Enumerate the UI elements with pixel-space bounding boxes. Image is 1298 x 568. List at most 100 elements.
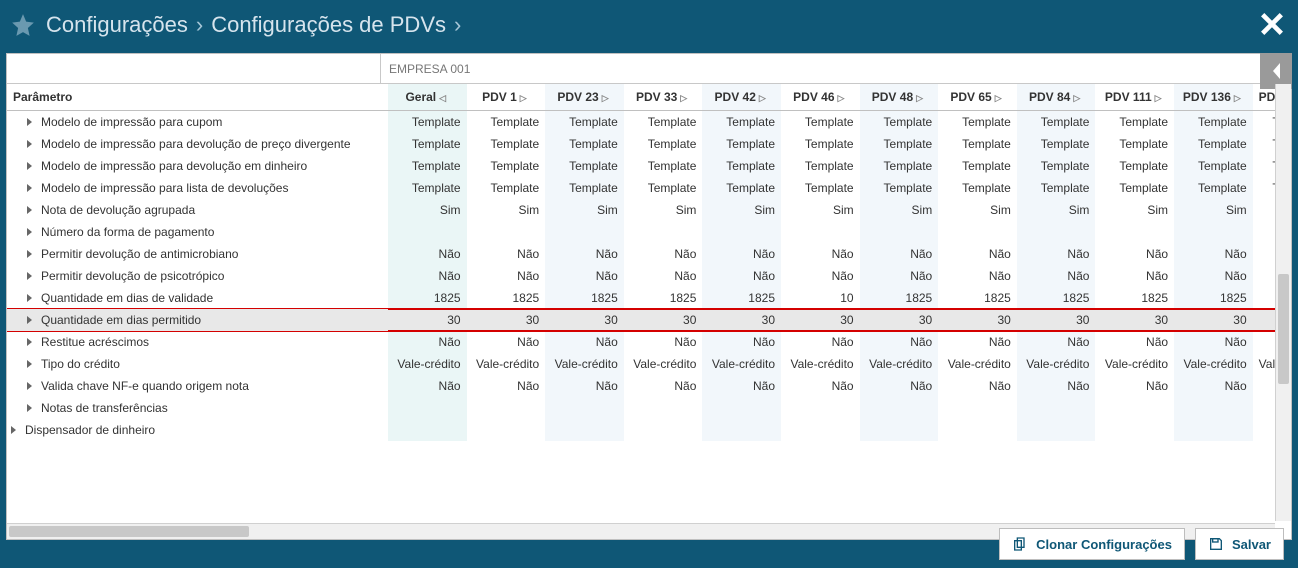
pdv-cell[interactable]: Template [1017, 111, 1096, 134]
geral-cell[interactable]: Template [388, 133, 467, 155]
pdv-cell[interactable]: Vale-crédito [624, 353, 703, 375]
pdv-cell[interactable]: Sim [624, 199, 703, 221]
pdv-cell[interactable]: Não [938, 375, 1017, 397]
pdv-cell[interactable]: Template [1095, 133, 1174, 155]
column-header-pdv[interactable]: PDV 111▷ [1095, 84, 1174, 111]
pdv-cell[interactable] [1095, 221, 1174, 243]
pdv-cell[interactable]: Sim [1174, 199, 1253, 221]
pdv-cell[interactable]: Template [1017, 155, 1096, 177]
parameter-name-cell[interactable]: Tipo do crédito [7, 353, 388, 375]
table-row[interactable]: Permitir devolução de antimicrobianoNãoN… [7, 243, 1291, 265]
table-row[interactable]: Quantidade em dias permitido303030303030… [7, 309, 1291, 331]
pdv-cell[interactable]: Template [702, 133, 781, 155]
pdv-cell[interactable]: Não [781, 243, 860, 265]
column-header-pdv[interactable]: PDV 46▷ [781, 84, 860, 111]
pdv-cell[interactable] [467, 419, 546, 441]
pdv-cell[interactable]: Não [1017, 265, 1096, 287]
pdv-cell[interactable]: Template [467, 155, 546, 177]
pdv-cell[interactable]: Template [781, 111, 860, 134]
breadcrumb-level-1[interactable]: Configurações [46, 12, 188, 38]
pdv-cell[interactable]: 30 [702, 309, 781, 331]
pdv-cell[interactable] [624, 419, 703, 441]
pdv-cell[interactable] [1095, 397, 1174, 419]
geral-cell[interactable]: Template [388, 177, 467, 199]
pdv-cell[interactable]: 30 [860, 309, 939, 331]
pdv-cell[interactable]: 30 [624, 309, 703, 331]
geral-cell[interactable]: Template [388, 111, 467, 134]
pdv-cell[interactable]: Vale-crédito [1095, 353, 1174, 375]
pdv-cell[interactable]: Não [1017, 331, 1096, 353]
pdv-cell[interactable]: 30 [1095, 309, 1174, 331]
column-header-pdv[interactable]: PDV 48▷ [860, 84, 939, 111]
pdv-cell[interactable]: Template [545, 133, 624, 155]
parameter-name-cell[interactable]: Quantidade em dias permitido [7, 309, 388, 331]
pdv-cell[interactable] [702, 221, 781, 243]
pdv-cell[interactable] [1174, 397, 1253, 419]
company-filter[interactable]: EMPRESA 001 [381, 54, 1291, 83]
pdv-cell[interactable]: Não [781, 265, 860, 287]
table-row[interactable]: Permitir devolução de psicotrópicoNãoNão… [7, 265, 1291, 287]
pdv-cell[interactable]: Template [938, 111, 1017, 134]
parameter-name-cell[interactable]: Valida chave NF-e quando origem nota [7, 375, 388, 397]
pdv-cell[interactable]: Template [860, 155, 939, 177]
table-row[interactable]: Restitue acréscimosNãoNãoNãoNãoNãoNãoNão… [7, 331, 1291, 353]
pdv-cell[interactable]: Template [938, 133, 1017, 155]
pdv-cell[interactable]: Não [702, 265, 781, 287]
pdv-cell[interactable]: 1825 [1017, 287, 1096, 309]
pdv-cell[interactable]: Sim [545, 199, 624, 221]
pdv-cell[interactable]: Não [860, 331, 939, 353]
favorite-star-icon[interactable] [10, 12, 36, 38]
table-row[interactable]: Quantidade em dias de validade1825182518… [7, 287, 1291, 309]
parameter-name-cell[interactable]: Nota de devolução agrupada [7, 199, 388, 221]
pdv-cell[interactable]: Template [781, 177, 860, 199]
geral-cell[interactable]: Template [388, 155, 467, 177]
pdv-cell[interactable]: Template [467, 133, 546, 155]
table-row[interactable]: Nota de devolução agrupadaSimSimSimSimSi… [7, 199, 1291, 221]
pdv-cell[interactable]: Não [1095, 331, 1174, 353]
pdv-cell[interactable]: Não [545, 243, 624, 265]
expand-triangle-icon[interactable] [27, 140, 32, 148]
vertical-scrollbar[interactable] [1275, 84, 1291, 521]
geral-cell[interactable]: Sim [388, 199, 467, 221]
pdv-cell[interactable]: Não [938, 265, 1017, 287]
parameter-name-cell[interactable]: Número da forma de pagamento [7, 221, 388, 243]
pdv-cell[interactable]: Template [860, 177, 939, 199]
pdv-cell[interactable] [1174, 221, 1253, 243]
pdv-cell[interactable]: Não [1095, 265, 1174, 287]
pdv-cell[interactable] [860, 221, 939, 243]
geral-cell[interactable]: Não [388, 331, 467, 353]
expand-triangle-icon[interactable] [27, 272, 32, 280]
pdv-cell[interactable]: Template [938, 177, 1017, 199]
expand-triangle-icon[interactable] [27, 294, 32, 302]
pdv-cell[interactable]: Template [1017, 133, 1096, 155]
pdv-cell[interactable]: 1825 [1095, 287, 1174, 309]
expand-triangle-icon[interactable] [11, 426, 16, 434]
pdv-cell[interactable]: Não [545, 375, 624, 397]
table-row[interactable]: Notas de transferências [7, 397, 1291, 419]
pdv-cell[interactable]: Não [1174, 375, 1253, 397]
pdv-cell[interactable]: Não [1095, 243, 1174, 265]
geral-cell[interactable]: Não [388, 375, 467, 397]
pdv-cell[interactable]: Template [938, 155, 1017, 177]
column-header-pdv[interactable]: PDV 1▷ [467, 84, 546, 111]
pdv-cell[interactable]: Template [1095, 177, 1174, 199]
pdv-cell[interactable] [1017, 221, 1096, 243]
pdv-cell[interactable]: Não [467, 265, 546, 287]
pdv-cell[interactable]: Template [624, 133, 703, 155]
expand-triangle-icon[interactable] [27, 338, 32, 346]
pdv-cell[interactable] [938, 419, 1017, 441]
pdv-cell[interactable]: Não [860, 375, 939, 397]
pdv-cell[interactable]: 1825 [467, 287, 546, 309]
expand-triangle-icon[interactable] [27, 382, 32, 390]
pdv-cell[interactable] [624, 397, 703, 419]
pdv-cell[interactable]: Vale-crédito [1174, 353, 1253, 375]
pdv-cell[interactable]: Template [702, 111, 781, 134]
pdv-cell[interactable] [467, 397, 546, 419]
parameter-name-cell[interactable]: Quantidade em dias de validade [7, 287, 388, 309]
parameter-name-cell[interactable]: Dispensador de dinheiro [7, 419, 388, 441]
pdv-cell[interactable] [781, 221, 860, 243]
pdv-cell[interactable]: Template [1017, 177, 1096, 199]
column-header-pdv[interactable]: PDV 136▷ [1174, 84, 1253, 111]
pdv-cell[interactable]: Template [624, 177, 703, 199]
pdv-cell[interactable]: Sim [860, 199, 939, 221]
